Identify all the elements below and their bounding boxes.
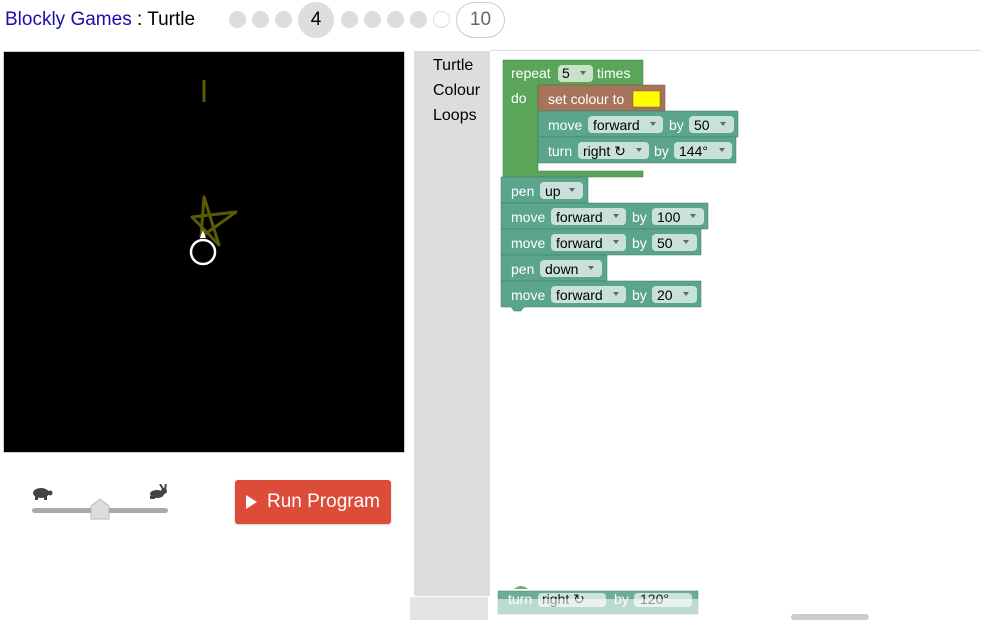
move-block-2[interactable]: move forward by 100 (500, 202, 709, 230)
tortoise-icon (33, 488, 53, 500)
toolbox-category-loops[interactable]: Loops (414, 103, 490, 128)
turn-label: turn (548, 143, 572, 159)
title-separator: : (131, 9, 148, 30)
turtle-icon (189, 238, 217, 266)
by-label: by (632, 209, 647, 225)
game-name: Turtle (147, 9, 196, 30)
level-dot-2[interactable] (252, 11, 269, 28)
block-canvas: repeat 5 times do set colour to move for… (490, 59, 981, 620)
level-dot-3[interactable] (275, 11, 292, 28)
level-dot-6[interactable] (364, 11, 381, 28)
level-dot-1[interactable] (229, 11, 246, 28)
header: Blockly Games : Turtle (5, 7, 195, 33)
level-dot-9[interactable] (433, 11, 450, 28)
pen-label: pen (511, 261, 534, 277)
amount-value: 50 (694, 117, 710, 133)
move-label: move (548, 117, 582, 133)
blockly-workspace[interactable]: repeat 5 times do set colour to move for… (490, 51, 981, 620)
pen-up-block[interactable]: pen up (500, 176, 589, 204)
turtle-drawing (189, 80, 238, 266)
toolbox-category-colour[interactable]: Colour (414, 78, 490, 103)
level-last[interactable]: 10 (456, 2, 505, 38)
pen-state-value: down (545, 261, 578, 277)
pen-label: pen (511, 183, 534, 199)
repeat-count: 5 (562, 65, 570, 81)
turtle-canvas (3, 51, 405, 453)
speed-slider[interactable] (30, 484, 172, 524)
repeat-label: repeat (511, 65, 551, 81)
level-current[interactable]: 4 (298, 2, 334, 38)
app-home-link[interactable]: Blockly Games (5, 9, 132, 30)
by-label: by (632, 235, 647, 251)
move-block-4[interactable]: move forward by 20 (500, 280, 702, 312)
run-program-button[interactable]: Run Program (235, 480, 391, 524)
level-dot-8[interactable] (410, 11, 427, 28)
drawn-star (190, 195, 238, 247)
set-colour-label: set colour to (548, 91, 624, 107)
direction-value: forward (556, 287, 603, 303)
pen-down-block[interactable]: pen down (500, 254, 608, 282)
direction-value: forward (556, 235, 603, 251)
turn-direction-value: right ↻ (583, 143, 626, 159)
move-block-1[interactable]: move forward by 50 (537, 110, 739, 138)
level-dot-5[interactable] (341, 11, 358, 28)
colour-swatch[interactable] (632, 90, 661, 108)
amount-value: 50 (657, 235, 673, 251)
turn-block-1[interactable]: turn right ↻ by 144° (537, 136, 737, 164)
amount-value: 100 (657, 209, 681, 225)
blockly-toolbox: Turtle Colour Loops (414, 51, 490, 596)
amount-value: 20 (657, 287, 673, 303)
repeat-do-label: do (511, 90, 527, 106)
direction-value: forward (556, 209, 603, 225)
pen-state-value: up (545, 183, 561, 199)
move-label: move (511, 235, 545, 251)
level-dot-7[interactable] (387, 11, 404, 28)
by-label: by (632, 287, 647, 303)
repeat-suffix: times (597, 65, 630, 81)
horizontal-scrollbar[interactable] (791, 614, 869, 620)
bottom-fade (490, 599, 981, 620)
slider-knob[interactable] (90, 498, 110, 520)
toolbox-category-turtle[interactable]: Turtle (414, 53, 490, 78)
by-label: by (669, 117, 684, 133)
set-colour-block[interactable]: set colour to (537, 84, 666, 112)
move-block-3[interactable]: move forward by 50 (500, 228, 702, 256)
page-title: Blockly Games : Turtle (5, 7, 195, 33)
run-program-label: Run Program (267, 491, 380, 512)
turn-block-partial[interactable]: turn right ↻ by 120° (490, 586, 981, 620)
by-label: by (654, 143, 669, 159)
angle-value: 144° (679, 143, 708, 159)
direction-value: forward (593, 117, 640, 133)
hare-icon (150, 484, 167, 499)
move-label: move (511, 287, 545, 303)
toolbox-bottom (410, 597, 488, 620)
move-label: move (511, 209, 545, 225)
play-icon (246, 495, 257, 509)
